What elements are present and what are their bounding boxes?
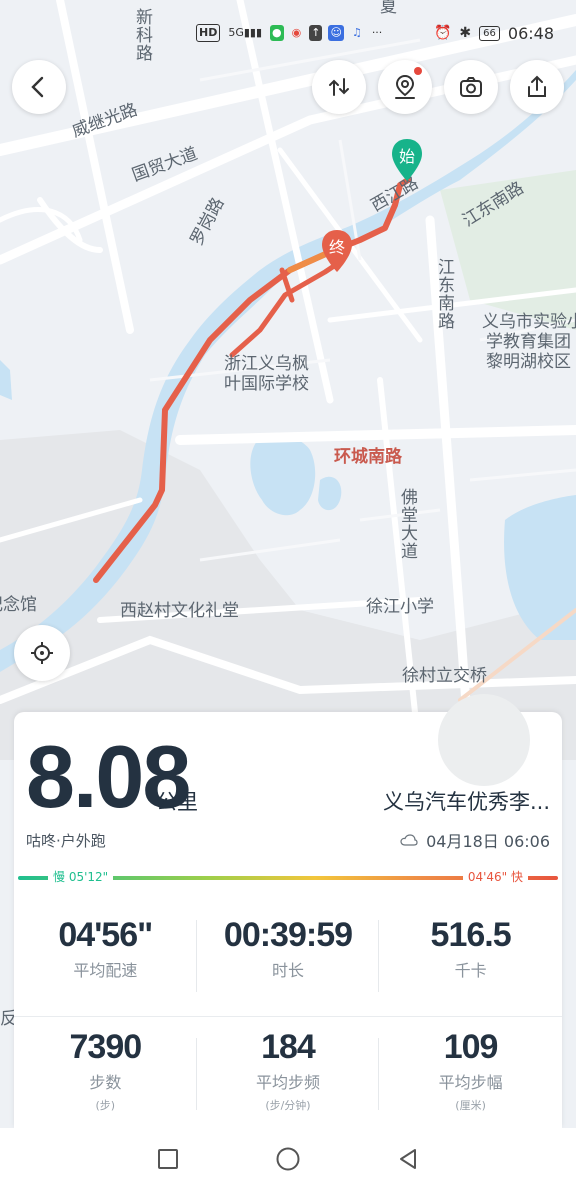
system-nav-bar <box>0 1128 576 1188</box>
map-label-xizhao-hall: 西赵村文化礼堂 <box>120 601 239 621</box>
chat-icon: ☺ <box>328 25 344 41</box>
stat-unit: (步) <box>95 1099 116 1112</box>
weibo-icon: ◉ <box>291 26 302 39</box>
stats-row-1: 04'56" 平均配速 00:39:59 时长 516.5 千卡 <box>14 900 562 1000</box>
route-swap-icon <box>329 78 349 96</box>
notification-dot <box>414 67 422 75</box>
back-button[interactable] <box>12 60 66 114</box>
share-icon <box>528 75 546 97</box>
camera-button[interactable] <box>444 60 498 114</box>
share-button[interactable] <box>510 60 564 114</box>
status-bar: HD 5G▮▮▮ ● ◉ ↑ ☺ ♫ ··· ⏰ ✱ 66 06:48 <box>196 20 554 46</box>
school-exp-line3: 黎明湖校区 <box>486 352 571 372</box>
school-exp-line1: 义乌市实验小 <box>482 312 576 332</box>
end-marker-label: 终 <box>328 238 345 257</box>
end-marker[interactable]: 终 <box>320 228 354 274</box>
route-name[interactable]: 义乌汽车优秀李... <box>383 786 550 816</box>
map-label-xinke-road: 新科路 <box>132 8 152 62</box>
map-label-xujiang-school: 徐江小学 <box>366 597 434 617</box>
hd-icon: HD <box>196 24 221 42</box>
locate-button[interactable] <box>14 625 70 681</box>
signal-5g-icon: 5G▮▮▮ <box>228 26 263 39</box>
clock: 06:48 <box>507 23 554 43</box>
chevron-left-icon <box>31 76 44 98</box>
maple-line2: 叶国际学校 <box>224 374 309 394</box>
stat-value: 184 <box>261 1028 316 1066</box>
crosshair-icon <box>31 642 53 664</box>
stat-unit: (步/分钟) <box>265 1099 311 1112</box>
map-label-memorial-hall: 纪念馆 <box>0 595 37 615</box>
battery-icon: 66 <box>479 25 500 41</box>
stat-value: 7390 <box>69 1028 143 1066</box>
map-label-xucun-interchange: 徐村立交桥 <box>402 666 487 686</box>
bluetooth-icon: ✱ <box>459 25 472 41</box>
route-toggle-button[interactable] <box>312 60 366 114</box>
more-icon: ··· <box>371 26 383 39</box>
datetime-text: 04月18日 06:06 <box>426 832 550 851</box>
stat-label: 平均配速 <box>73 961 138 980</box>
pace-fast-label: 04'46" 快 <box>462 867 528 887</box>
stat-stride: 109 平均步幅 (厘米) <box>379 1012 562 1112</box>
wechat-icon: ● <box>270 25 284 41</box>
camera-icon <box>460 77 482 97</box>
activity-type: 咕咚·户外跑 <box>26 832 106 850</box>
pace-gradient-bar: 慢 05'12" 04'46" 快 <box>18 867 558 887</box>
map-label-ring-south-road: 环城南路 <box>334 447 402 467</box>
circle-icon <box>276 1147 300 1171</box>
recents-button[interactable] <box>153 1144 183 1174</box>
cloud-icon <box>400 834 418 846</box>
stat-calories: 516.5 千卡 <box>379 900 562 1000</box>
start-marker-label: 始 <box>398 147 415 166</box>
stat-label: 平均步频 <box>255 1073 320 1092</box>
triangle-back-icon <box>400 1149 416 1169</box>
map-label-partial-xia: 夏 <box>380 0 397 17</box>
stat-duration: 00:39:59 时长 <box>197 900 380 1000</box>
stat-label: 千卡 <box>454 961 487 980</box>
divider <box>196 1038 197 1110</box>
stat-cadence: 184 平均步频 (步/分钟) <box>197 1012 380 1112</box>
avatar-placeholder[interactable] <box>438 694 530 786</box>
map-label-jiangdong-south-road-2: 江东南路 <box>434 258 454 330</box>
distance-unit: 公里 <box>156 790 198 814</box>
pace-slow-label: 慢 05'12" <box>48 867 114 887</box>
upload-icon: ↑ <box>309 25 323 41</box>
stat-avg-pace: 04'56" 平均配速 <box>14 900 197 1000</box>
stat-label: 步数 <box>89 1073 122 1092</box>
divider <box>378 1038 379 1110</box>
stat-label: 时长 <box>271 961 304 980</box>
stat-value: 109 <box>443 1028 499 1066</box>
stat-value: 00:39:59 <box>223 916 353 954</box>
stat-value: 516.5 <box>430 916 512 954</box>
back-nav-button[interactable] <box>393 1144 423 1174</box>
map-label-maple-school: 浙江义乌枫 叶国际学校 <box>224 354 309 394</box>
music-icon: ♫ <box>351 26 362 39</box>
alarm-icon: ⏰ <box>433 25 452 41</box>
stat-steps: 7390 步数 (步) <box>14 1012 197 1112</box>
map-pin-icon <box>395 74 415 99</box>
stat-unit: (厘米) <box>455 1099 486 1112</box>
stat-value: 04'56" <box>58 916 153 954</box>
maple-line1: 浙江义乌枫 <box>224 354 309 374</box>
map-label-fotang-avenue: 佛堂大道 <box>397 488 417 560</box>
run-datetime: 04月18日 06:06 <box>400 828 550 852</box>
map-label-experimental-school: 义乌市实验小 学教育集团 黎明湖校区 <box>482 312 576 372</box>
school-exp-line2: 学教育集团 <box>486 332 571 352</box>
divider <box>196 920 197 992</box>
start-marker[interactable]: 始 <box>390 137 424 183</box>
divider <box>378 920 379 992</box>
home-button[interactable] <box>273 1144 303 1174</box>
stat-label: 平均步幅 <box>438 1073 503 1092</box>
location-pin-button[interactable] <box>378 60 432 114</box>
run-summary-card: 8.08 公里 义乌汽车优秀李... 咕咚·户外跑 04月18日 06:06 慢… <box>14 694 562 1128</box>
stats-row-2: 7390 步数 (步) 184 平均步频 (步/分钟) 109 平均步幅 (厘米… <box>14 1012 562 1112</box>
square-icon <box>158 1149 178 1169</box>
